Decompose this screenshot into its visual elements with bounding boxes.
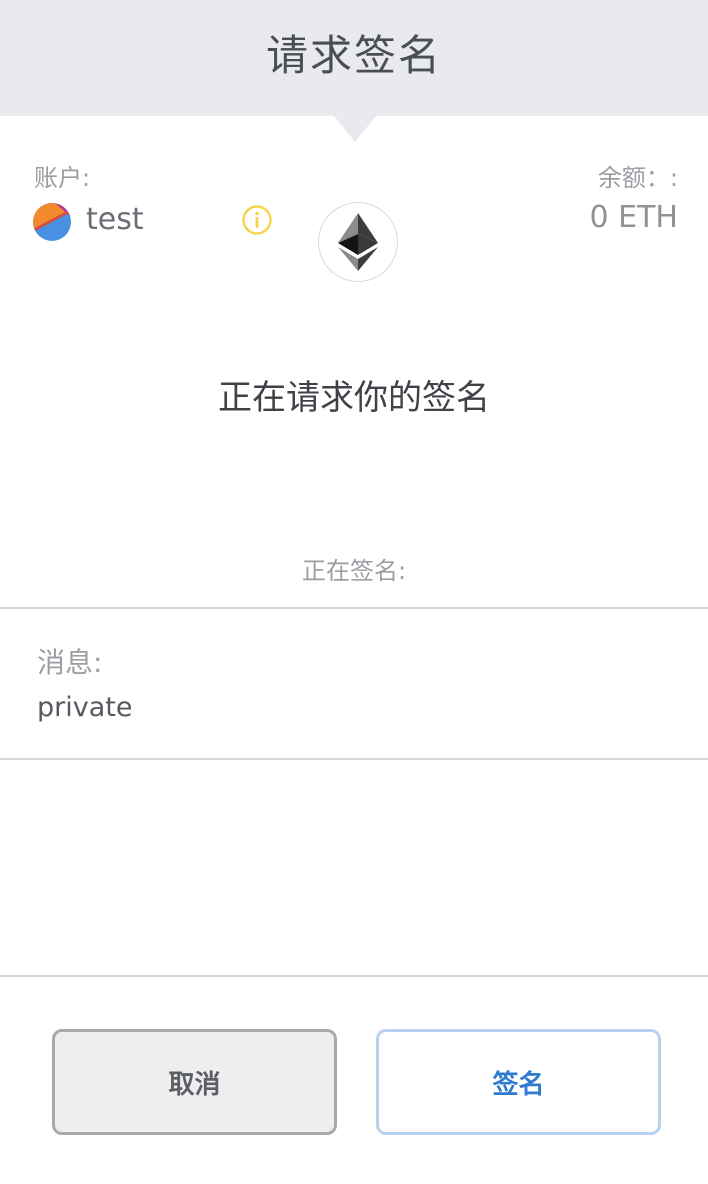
divider — [0, 975, 708, 977]
request-title: 正在请求你的签名 — [218, 378, 490, 418]
info-icon[interactable] — [241, 204, 273, 236]
sign-button[interactable]: 签名 — [376, 1029, 661, 1135]
ethereum-icon — [318, 202, 398, 282]
account-name: test — [86, 202, 144, 237]
header-notch — [334, 116, 376, 142]
page-header: 请求签名 — [0, 0, 708, 116]
message-label: 消息: — [37, 646, 103, 679]
account-avatar — [33, 203, 71, 241]
balance-label: 余额：: — [597, 164, 678, 192]
signing-label: 正在签名: — [301, 557, 407, 585]
signature-request-page: 请求签名 账户: 余额：: test 0 ETH 正在请求你的签名 正在签名: … — [0, 0, 708, 1184]
account-label: 账户: — [34, 164, 91, 192]
divider — [0, 758, 708, 760]
balance-value: 0 ETH — [589, 200, 678, 235]
cancel-button[interactable]: 取消 — [52, 1029, 337, 1135]
divider — [0, 607, 708, 609]
page-title: 请求签名 — [265, 30, 442, 80]
message-value: private — [37, 692, 133, 723]
